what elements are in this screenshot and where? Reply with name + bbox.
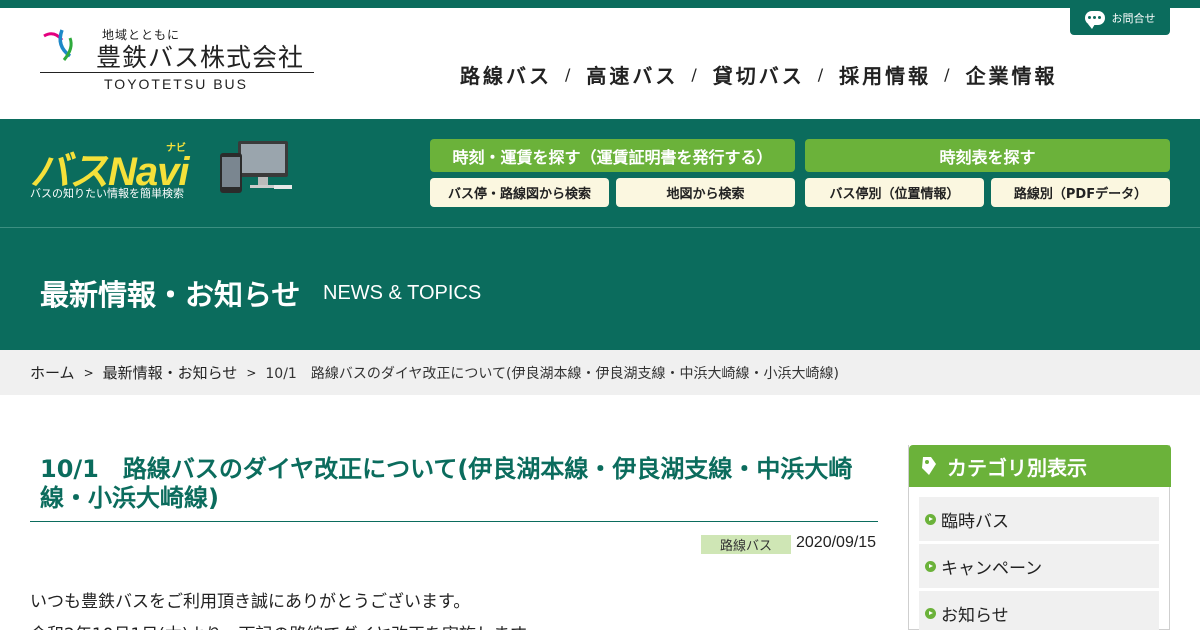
top-bar [0,0,1200,8]
breadcrumb-home[interactable]: ホーム [30,362,75,383]
contact-button[interactable]: お問合せ [1070,0,1170,35]
breadcrumb-parent[interactable]: 最新情報・お知らせ [103,362,238,383]
nav-separator: / [817,65,827,84]
sidebar-item-notice[interactable]: お知らせ [919,591,1159,630]
busnavi-band: バスNavi ナビ バスの知りたい情報を簡単検索 時刻・運賃を探す（運賃証明書を… [0,119,1200,227]
nav-route-bus[interactable]: 路線バス [460,60,552,89]
category-sidebar: カテゴリ別表示 臨時バス キャンペーン お知らせ [908,445,1171,630]
stop-location-button[interactable]: バス停別（位置情報） [805,178,984,207]
sidebar-heading: カテゴリ別表示 [909,445,1171,487]
fare-search-button[interactable]: 時刻・運賃を探す（運賃証明書を発行する） [430,139,795,172]
article-title: 10/1 路線バスのダイヤ改正について(伊良湖本線・伊良湖支線・中浜大崎線・小浜… [40,455,853,512]
post-date: 2020/09/15 [796,534,877,551]
sidebar-item-label: お知らせ [941,605,1009,626]
logo-name-en: TOYOTETSU BUS [104,76,248,92]
nav-charter-bus[interactable]: 貸切バス [713,60,805,89]
page-header: 最新情報・お知らせ NEWS & TOPICS [0,227,1200,350]
global-nav: 路線バス / 高速バス / 貸切バス / 採用情報 / 企業情報 [460,60,1058,89]
breadcrumb: ホーム > 最新情報・お知らせ > 10/1 路線バスのダイヤ改正について(伊良… [0,350,1200,395]
logo-name: 豊鉄バス株式会社 [96,43,305,72]
page-title-en: NEWS & TOPICS [323,282,482,304]
tag-icon [922,457,936,475]
arrow-circle-icon [925,560,936,572]
sidebar-item-temporary-bus[interactable]: 臨時バス [919,497,1159,541]
timetable-search-button[interactable]: 時刻表を探す [805,139,1170,172]
category-badge[interactable]: 路線バス [701,535,791,554]
logo-rule [40,72,314,73]
title-divider [30,521,878,522]
nav-recruit[interactable]: 採用情報 [839,60,931,89]
logo-mark-icon [43,29,73,61]
nav-separator: / [691,65,700,84]
busnavi-logo-sub: バスの知りたい情報を簡単検索 [30,187,184,200]
sidebar-heading-label: カテゴリ別表示 [947,455,1087,480]
sidebar-item-campaign[interactable]: キャンペーン [919,544,1159,588]
company-logo[interactable]: 地域とともに 豊鉄バス株式会社 TOYOTETSU BUS [40,24,315,94]
breadcrumb-separator: > [246,365,257,380]
sidebar-item-label: キャンペーン [941,558,1043,579]
sidebar-item-label: 臨時バス [941,511,1009,532]
article-paragraph: いつも豊鉄バスをご利用頂き誠にありがとうございます。 [30,592,471,612]
chat-bubble-icon [1084,10,1105,29]
busnavi-logo-ruby: ナビ [166,143,186,154]
page-title: 最新情報・お知らせ [40,278,301,312]
busnavi-logo[interactable]: バスNavi ナビ バスの知りたい情報を簡単検索 [30,139,300,219]
route-pdf-button[interactable]: 路線別（PDFデータ） [991,178,1170,207]
nav-highway-bus[interactable]: 高速バス [586,60,678,89]
nav-separator: / [565,65,574,84]
stop-map-search-button[interactable]: バス停・路線図から検索 [430,178,609,207]
breadcrumb-current: 10/1 路線バスのダイヤ改正について(伊良湖本線・伊良湖支線・中浜大崎線・小浜… [265,365,839,382]
article-paragraph: 令和2年10月1日(木)より、下記の路線でダイヤ改正を実施します。 [30,620,542,630]
arrow-circle-icon [925,607,936,619]
breadcrumb-separator: > [83,365,94,380]
devices-icon [220,141,292,193]
contact-label: お問合せ [1111,11,1156,25]
nav-separator: / [944,65,953,84]
nav-company[interactable]: 企業情報 [966,60,1058,89]
map-search-button[interactable]: 地図から検索 [616,178,795,207]
arrow-circle-icon [925,513,936,525]
